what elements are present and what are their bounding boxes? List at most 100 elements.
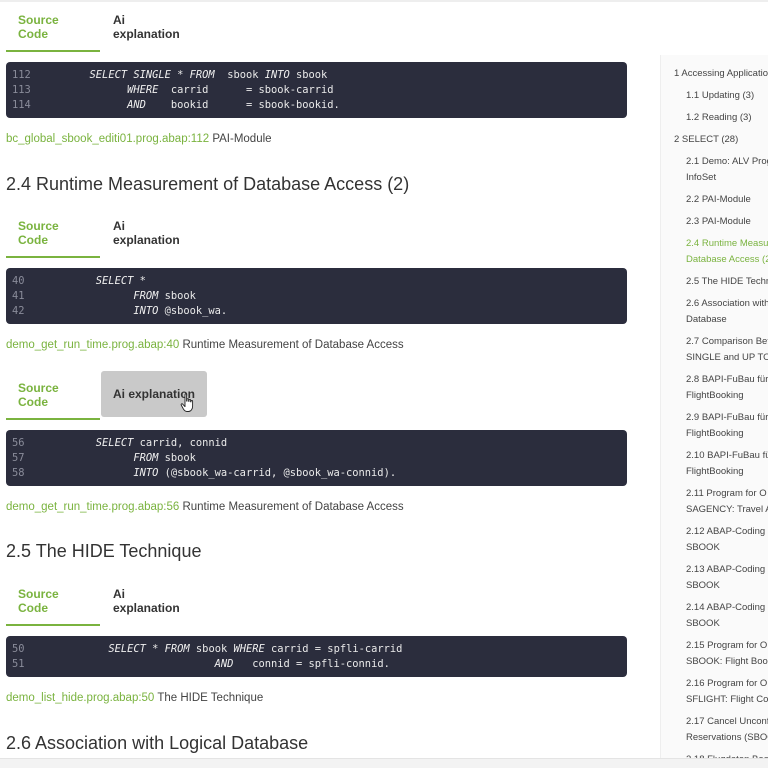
tab-ai-explanation[interactable]: Ai explanation — [101, 208, 203, 258]
tab-ai-explanation[interactable]: Ai explanation — [101, 2, 203, 52]
toc-item[interactable]: 2.17 Cancel Unconf — [686, 714, 768, 730]
toc-item[interactable]: SBOOK: Flight Book — [686, 654, 768, 670]
line-number: 57 — [12, 452, 25, 464]
toc-item[interactable]: SAGENCY: Travel Ag — [686, 502, 768, 518]
toc-item[interactable]: 2.8 BAPI-FuBau für — [686, 372, 768, 388]
tab-source-code-label: Source Code — [18, 381, 59, 409]
toc-item[interactable]: SINGLE and UP TO — [686, 350, 768, 366]
code-block: 40 SELECT * 41 FROM sbook 42 INTO @sbook_w… — [6, 268, 627, 324]
code-text: * — [170, 69, 190, 81]
line-number: 51 — [12, 658, 25, 670]
code-tabs: Source Code Ai explanation — [6, 576, 226, 626]
code-line: 113 WHERE carrid = sbook-carrid — [12, 83, 627, 98]
code-keyword: INTO — [133, 467, 159, 479]
toc-item[interactable]: Database — [686, 312, 727, 328]
code-line: 56 SELECT carrid, connid — [12, 436, 627, 451]
toc-item[interactable]: 1 Accessing Applicatio — [674, 66, 768, 82]
toc-item[interactable]: 2 SELECT (28) — [674, 132, 738, 148]
toc-item[interactable]: 2.2 PAI-Module — [686, 192, 751, 208]
toc-item[interactable]: SBOOK — [686, 578, 720, 594]
code-line: 40 SELECT * — [12, 274, 627, 289]
source-file-link[interactable]: demo_list_hide.prog.abap:50 — [6, 692, 154, 704]
bottom-scrollbar[interactable] — [0, 758, 768, 768]
line-number: 114 — [12, 99, 31, 111]
code-keyword: INTO — [264, 69, 290, 81]
toc-item[interactable]: SFLIGHT: Flight Cor — [686, 692, 768, 708]
tab-ai-explanation[interactable]: Ai explanation — [101, 576, 203, 626]
toc-item[interactable]: 2.4 Runtime Measu — [686, 236, 768, 252]
tab-source-code[interactable]: Source Code — [6, 208, 100, 258]
line-number: 40 — [12, 275, 25, 287]
code-tabs: Source Code Ai explanation — [6, 208, 226, 258]
tab-source-code[interactable]: Source Code — [6, 370, 100, 420]
toc-item[interactable]: SBOOK — [686, 540, 720, 556]
toc-item[interactable]: 1.1 Updating (3) — [686, 88, 754, 104]
toc-item[interactable]: 2.7 Comparison Bet — [686, 334, 768, 350]
code-keyword: FROM — [189, 69, 215, 81]
toc-item[interactable]: 2.5 The HIDE Techn — [686, 274, 768, 290]
code-keyword: SELECT — [108, 643, 146, 655]
code-keyword: FROM — [133, 452, 159, 464]
code-keyword: AND — [127, 99, 146, 111]
code-reference: demo_get_run_time.prog.abap:40 Runtime M… — [6, 339, 404, 351]
toc-item[interactable]: 2.13 ABAP-Coding : — [686, 562, 768, 578]
toc-item[interactable]: Reservations (SBOO — [686, 730, 768, 746]
tab-source-code-label: Source Code — [18, 219, 59, 247]
source-description: The HIDE Technique — [154, 692, 264, 704]
source-file-link[interactable]: demo_get_run_time.prog.abap:40 — [6, 339, 179, 351]
tab-source-code[interactable]: Source Code — [6, 2, 100, 52]
tab-source-code-label: Source Code — [18, 587, 59, 615]
code-text: sbook — [214, 69, 265, 81]
toc-item[interactable]: 2.6 Association with — [686, 296, 768, 312]
code-keyword: AND — [214, 658, 234, 670]
code-keyword: SELECT SINGLE — [89, 69, 171, 81]
toc-item[interactable]: 1.2 Reading (3) — [686, 110, 751, 126]
toc-item[interactable]: Database Access (2) — [686, 252, 768, 268]
tab-source-code[interactable]: Source Code — [6, 576, 100, 626]
line-number: 50 — [12, 643, 25, 655]
line-number: 112 — [12, 69, 31, 81]
code-keyword: INTO — [133, 305, 159, 317]
code-line: 51 AND connid = spfli-connid. — [12, 657, 627, 672]
toc-item[interactable]: 2.16 Program for O — [686, 676, 767, 692]
code-block: 112 SELECT SINGLE * FROM sbook INTO sboo… — [6, 62, 627, 118]
toc-item[interactable]: FlightBooking — [686, 426, 744, 442]
code-keyword: SELECT — [95, 437, 134, 449]
toc-item[interactable]: 2.12 ABAP-Coding : — [686, 524, 768, 540]
code-text: carrid, connid — [133, 437, 228, 449]
code-text: @sbook_wa. — [158, 305, 228, 317]
toc-item[interactable]: 2.3 PAI-Module — [686, 214, 751, 230]
toc-item[interactable]: 2.11 Program for O — [686, 486, 767, 502]
toc-item[interactable]: InfoSet — [686, 170, 716, 186]
code-text: sbook — [189, 643, 234, 655]
toc-item[interactable]: 2.1 Demo: ALV Prog — [686, 154, 768, 170]
code-text: sbook — [158, 290, 196, 302]
toc-item[interactable]: 2.10 BAPI-FuBau fü — [686, 448, 768, 464]
code-line: 112 SELECT SINGLE * FROM sbook INTO sboo… — [12, 68, 627, 83]
code-tabs: Source Code Ai explanation — [6, 2, 226, 52]
toc-item[interactable]: 2.15 Program for O — [686, 638, 767, 654]
toc-item[interactable]: SBOOK — [686, 616, 720, 632]
toc-item[interactable]: 2.14 ABAP-Coding : — [686, 600, 768, 616]
code-text: sbook — [289, 69, 328, 81]
code-reference: demo_list_hide.prog.abap:50 The HIDE Tec… — [6, 692, 263, 704]
source-description: PAI-Module — [209, 133, 272, 145]
code-block: 50 SELECT * FROM sbook WHERE carrid = sp… — [6, 636, 627, 677]
code-keyword: SELECT — [95, 275, 134, 287]
code-reference: demo_get_run_time.prog.abap:56 Runtime M… — [6, 501, 404, 513]
code-line: 50 SELECT * FROM sbook WHERE carrid = sp… — [12, 642, 627, 657]
tab-ai-explanation-label: Ai explanation — [113, 587, 180, 615]
line-number: 56 — [12, 437, 25, 449]
source-file-link[interactable]: demo_get_run_time.prog.abap:56 — [6, 501, 179, 513]
source-file-link[interactable]: bc_global_sbook_editi01.prog.abap:112 — [6, 133, 209, 145]
toc-item[interactable]: FlightBooking — [686, 464, 744, 480]
toc-item[interactable]: FlightBooking — [686, 388, 744, 404]
toc-item[interactable]: 2.9 BAPI-FuBau für — [686, 410, 768, 426]
code-line: 41 FROM sbook — [12, 289, 627, 304]
